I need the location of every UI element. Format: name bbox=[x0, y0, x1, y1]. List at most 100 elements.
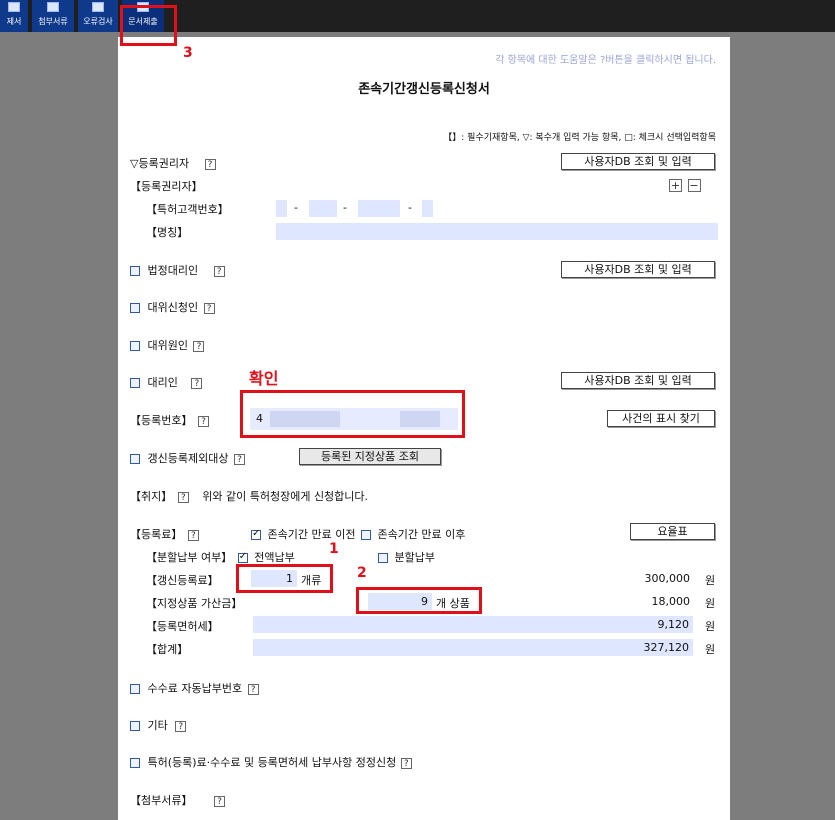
annotation-step-3: 3 bbox=[183, 45, 193, 61]
help-icon[interactable]: ? bbox=[197, 415, 209, 427]
rate-table-button[interactable]: 요율표 bbox=[630, 523, 715, 540]
other-row: 기타 ? bbox=[130, 717, 187, 733]
installment-row: 【분할납부 여부】 전액납부 bbox=[146, 549, 295, 565]
user-db-button-agent[interactable]: 사용자DB 조회 및 입력 bbox=[561, 372, 715, 389]
full-payment-checkbox[interactable] bbox=[237, 551, 248, 563]
toolbar-item-attachments[interactable]: 첨부서류 bbox=[32, 0, 74, 32]
after-expiry-checkbox[interactable] bbox=[360, 530, 371, 540]
sub-applicant-label: 대위신청인 bbox=[147, 301, 199, 314]
attachments-label: 【첨부서류】 bbox=[130, 794, 193, 807]
registered-goods-button[interactable]: 등록된 지정상품 조회 bbox=[299, 448, 441, 465]
help-icon[interactable]: ? bbox=[204, 158, 216, 170]
before-expiry-checkbox[interactable] bbox=[251, 528, 261, 540]
legal-rep-row: 법정대리인 ? bbox=[130, 262, 225, 278]
legal-rep-label: 법정대리인 bbox=[147, 264, 199, 277]
total-label: 【합계】 bbox=[146, 643, 189, 656]
toolbar-item-error-check[interactable]: 오류검사 bbox=[78, 0, 118, 32]
sub-applicant-checkbox[interactable] bbox=[130, 303, 140, 313]
customer-no-field-3[interactable] bbox=[358, 200, 400, 217]
agent-label: 대리인 bbox=[147, 376, 178, 389]
user-db-button-legal-rep[interactable]: 사용자DB 조회 및 입력 bbox=[561, 261, 715, 278]
split-payment-row: 분할납부 bbox=[378, 549, 435, 565]
total-amount: 327,120 bbox=[643, 641, 690, 654]
reg-no-row: 【등록번호】 ? bbox=[130, 412, 209, 428]
exclusion-checkbox[interactable] bbox=[130, 454, 140, 464]
sub-cause-checkbox[interactable] bbox=[130, 341, 140, 351]
auto-pay-row: 수수료 자동납부번호 ? bbox=[130, 680, 259, 696]
help-icon[interactable]: ? bbox=[233, 453, 245, 465]
legend-text: 【】: 필수기재항목, ▽: 복수개 입력 가능 항목, □: 체크시 선택입력… bbox=[443, 133, 716, 143]
toolbar-item-label: 첨부서류 bbox=[38, 17, 68, 26]
user-db-button[interactable]: 사용자DB 조회 및 입력 bbox=[561, 153, 715, 170]
help-icon[interactable]: ? bbox=[191, 377, 203, 389]
help-note: 각 항목에 대한 도움말은 ?버튼을 클릭하시면 됩니다. bbox=[495, 55, 716, 66]
reg-holder-section-label: ▽등록권리자 bbox=[130, 157, 190, 170]
split-payment-checkbox[interactable] bbox=[378, 553, 388, 563]
sub-applicant-row: 대위신청인 ? bbox=[130, 299, 215, 315]
customer-no-field-1[interactable] bbox=[276, 200, 287, 217]
help-icon[interactable]: ? bbox=[213, 265, 225, 277]
attachments-row: 【첨부서류】 ? bbox=[130, 792, 225, 808]
page-title: 존속기간갱신등록신청서 bbox=[358, 82, 490, 97]
customer-no-field-4[interactable] bbox=[422, 200, 433, 217]
help-icon[interactable]: ? bbox=[187, 529, 199, 541]
won-unit: 원 bbox=[705, 597, 716, 610]
annotation-confirm: 확인 bbox=[249, 369, 279, 388]
other-checkbox[interactable] bbox=[130, 721, 140, 731]
reg-holder-label: 【등록권리자】 bbox=[130, 180, 203, 193]
add-remove-controls: + − bbox=[669, 178, 701, 192]
renewal-amount: 300,000 bbox=[644, 572, 691, 585]
customer-no-label: 【특허고객번호】 bbox=[146, 203, 229, 216]
goods-amount: 18,000 bbox=[651, 595, 691, 608]
correction-checkbox[interactable] bbox=[130, 758, 140, 768]
sub-cause-label: 대위원인 bbox=[147, 339, 188, 352]
fee-row: 【등록료】 ? bbox=[130, 526, 199, 542]
purpose-text: 위와 같이 특허청장에게 신청합니다. bbox=[202, 490, 369, 503]
annotation-step-1: 1 bbox=[329, 541, 339, 557]
help-icon[interactable]: ? bbox=[193, 340, 205, 352]
help-icon[interactable]: ? bbox=[247, 683, 259, 695]
correction-row: 특허(등록)료·수수료 및 등록면허세 납부사항 정정신청 ? bbox=[130, 754, 412, 770]
annotation-box-submit bbox=[120, 5, 177, 46]
installment-label: 【분할납부 여부】 bbox=[146, 551, 233, 564]
annotation-box-renewal-count bbox=[236, 564, 333, 593]
toolbar-item-form[interactable]: 제서 bbox=[0, 0, 28, 32]
agent-row: 대리인 ? bbox=[130, 374, 203, 390]
help-icon[interactable]: ? bbox=[203, 302, 215, 314]
help-icon[interactable]: ? bbox=[400, 757, 412, 769]
dash: - bbox=[294, 201, 298, 214]
exclusion-row: 갱신등록제외대상 ? bbox=[130, 450, 245, 466]
agent-checkbox[interactable] bbox=[130, 378, 140, 388]
customer-no-field-2[interactable] bbox=[309, 200, 337, 217]
find-case-button[interactable]: 사건의 표시 찾기 bbox=[607, 410, 715, 427]
name-field[interactable] bbox=[276, 223, 718, 240]
help-icon[interactable]: ? bbox=[213, 795, 225, 807]
won-unit: 원 bbox=[705, 574, 716, 587]
won-unit: 원 bbox=[705, 620, 716, 633]
won-unit: 원 bbox=[705, 643, 716, 656]
attachment-icon bbox=[47, 2, 59, 12]
plus-button[interactable]: + bbox=[669, 178, 682, 192]
license-tax-amount: 9,120 bbox=[657, 618, 690, 631]
help-icon[interactable]: ? bbox=[177, 491, 189, 503]
reg-holder-section: ▽등록권리자 ? bbox=[130, 155, 216, 171]
help-icon[interactable]: ? bbox=[175, 720, 187, 732]
legal-rep-checkbox[interactable] bbox=[130, 266, 140, 276]
reg-no-label: 【등록번호】 bbox=[130, 414, 193, 427]
toolbar-item-label: 제서 bbox=[6, 17, 22, 26]
license-tax-field[interactable]: 9,120 bbox=[253, 616, 693, 633]
total-field[interactable]: 327,120 bbox=[253, 639, 693, 656]
dash: - bbox=[408, 201, 412, 214]
check-icon bbox=[92, 2, 104, 12]
before-expiry-label: 존속기간 만료 이전 bbox=[267, 528, 356, 541]
document-icon bbox=[8, 2, 20, 12]
purpose-label: 【취지】 bbox=[130, 490, 173, 503]
annotation-box-reg-no bbox=[240, 390, 465, 438]
annotation-step-2: 2 bbox=[357, 565, 367, 581]
dash: - bbox=[343, 201, 347, 214]
name-label: 【명칭】 bbox=[146, 226, 189, 239]
goods-fee-label: 【지정상품 가산금】 bbox=[146, 597, 243, 610]
auto-pay-checkbox[interactable] bbox=[130, 684, 140, 694]
minus-button[interactable]: − bbox=[687, 178, 701, 192]
renewal-fee-label: 【갱신등록료】 bbox=[146, 574, 219, 587]
